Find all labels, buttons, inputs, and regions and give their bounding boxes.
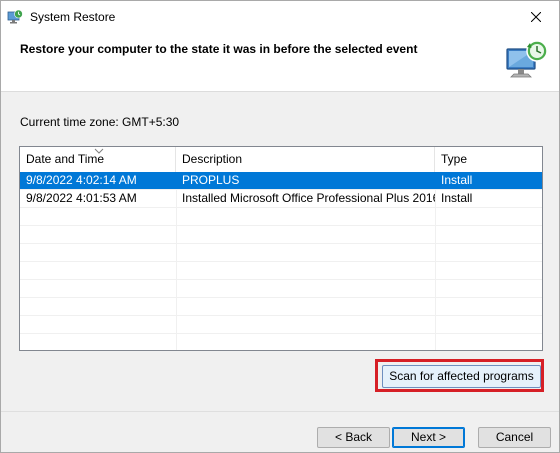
cancel-button[interactable]: Cancel (478, 427, 551, 448)
empty-row (20, 208, 542, 226)
close-button[interactable] (513, 1, 559, 33)
row-description: PROPLUS (182, 173, 240, 187)
empty-row (20, 244, 542, 262)
title-bar: System Restore (1, 1, 559, 33)
sort-descending-icon (94, 148, 104, 154)
row-date: 9/8/2022 4:01:53 AM (26, 191, 137, 205)
empty-row (20, 262, 542, 280)
empty-row (20, 280, 542, 298)
scan-affected-programs-button[interactable]: Scan for affected programs (382, 365, 541, 388)
footer-divider (1, 411, 559, 412)
row-description: Installed Microsoft Office Professional … (182, 191, 435, 205)
window-title: System Restore (30, 10, 116, 24)
column-header-type[interactable]: Type (435, 147, 542, 172)
list-rows: 9/8/2022 4:02:14 AM PROPLUS Install 9/8/… (20, 172, 542, 350)
empty-row (20, 226, 542, 244)
next-button[interactable]: Next > (392, 427, 465, 448)
column-label-description: Description (182, 152, 243, 166)
page-heading: Restore your computer to the state it wa… (20, 42, 418, 56)
empty-row (20, 298, 542, 316)
column-header-description[interactable]: Description (176, 147, 435, 172)
list-header: Date and Time Description Type (20, 147, 542, 173)
restore-points-list[interactable]: Date and Time Description Type 9/8/2022 … (19, 146, 543, 351)
timezone-label: Current time zone: GMT+5:30 (20, 115, 180, 129)
header-panel: Restore your computer to the state it wa… (1, 33, 559, 92)
back-button[interactable]: < Back (317, 427, 390, 448)
empty-row (20, 334, 542, 350)
close-icon (531, 12, 541, 22)
row-type: Install (441, 173, 473, 187)
restore-point-row[interactable]: 9/8/2022 4:02:14 AM PROPLUS Install (20, 172, 542, 190)
row-type: Install (441, 191, 473, 205)
row-date: 9/8/2022 4:02:14 AM (26, 173, 137, 187)
column-label-type: Type (441, 152, 468, 166)
system-restore-window: System Restore Restore your computer to … (0, 0, 560, 453)
system-restore-icon (7, 9, 23, 24)
restore-point-row[interactable]: 9/8/2022 4:01:53 AM Installed Microsoft … (20, 190, 542, 208)
system-restore-monitor-icon (506, 40, 548, 78)
empty-row (20, 316, 542, 334)
